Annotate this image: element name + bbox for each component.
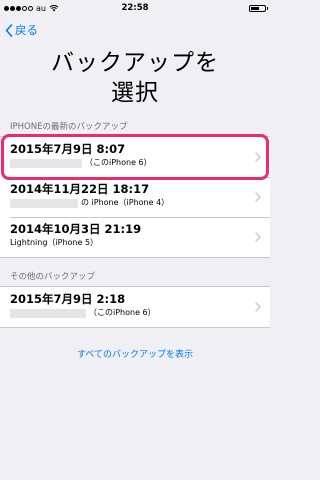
show-all-backups-button[interactable]: すべてのバックアップを表示 — [0, 347, 270, 360]
backup-device-line: Lightning（iPhone 5） — [10, 237, 270, 249]
battery-icon — [249, 4, 268, 12]
backup-date: 2015年7月9日 8:07 — [10, 142, 126, 156]
backup-row-other-1[interactable]: 2015年7月9日 2:18 （このiPhone 6） — [0, 287, 270, 327]
backup-date: 2015年7月9日 2:18 — [10, 292, 126, 306]
latest-backups-list: 2015年7月9日 8:07 （このiPhone 6） 2014年11月22日 … — [0, 134, 270, 258]
backup-device: （このiPhone 6） — [85, 158, 152, 167]
chevron-right-icon — [255, 152, 261, 162]
backup-device-line: （このiPhone 6） — [10, 307, 270, 319]
chevron-right-icon — [255, 192, 261, 202]
backup-device: の iPhone（iPhone 4） — [81, 198, 170, 207]
page-title-line1: バックアップを — [51, 50, 219, 76]
backup-row-1[interactable]: 2015年7月9日 8:07 （このiPhone 6） — [1, 134, 269, 180]
backup-device-line: の iPhone（iPhone 4） — [10, 197, 270, 209]
page-title: バックアップを 選択 — [0, 48, 270, 108]
redacted-name — [10, 198, 78, 208]
redacted-name — [10, 308, 86, 318]
backup-row-2[interactable]: 2014年11月22日 18:17 の iPhone（iPhone 4） — [0, 177, 270, 217]
section-header-other: その他のバックアップ — [10, 272, 96, 282]
backup-date: 2014年10月3日 21:19 — [10, 222, 142, 236]
backup-device: Lightning（iPhone 5） — [10, 238, 99, 247]
chevron-right-icon — [255, 232, 261, 242]
status-time: 22:58 — [121, 3, 149, 13]
status-bar: au 22:58 — [0, 0, 270, 16]
section-header-latest: IPHONEの最新のバックアップ — [10, 122, 128, 132]
nav-bar: 戻る — [0, 16, 270, 44]
page-title-line2: 選択 — [111, 80, 159, 106]
backup-device: （このiPhone 6） — [89, 308, 156, 317]
back-label: 戻る — [15, 23, 38, 37]
other-backups-list: 2015年7月9日 2:18 （このiPhone 6） — [0, 286, 270, 328]
backup-row-3[interactable]: 2014年10月3日 21:19 Lightning（iPhone 5） — [0, 217, 270, 257]
back-button[interactable]: 戻る — [5, 22, 38, 38]
redacted-name — [10, 158, 82, 168]
chevron-left-icon — [5, 23, 13, 37]
backup-date: 2014年11月22日 18:17 — [10, 182, 150, 196]
backup-device-line: （このiPhone 6） — [10, 157, 266, 169]
chevron-right-icon — [255, 302, 261, 312]
